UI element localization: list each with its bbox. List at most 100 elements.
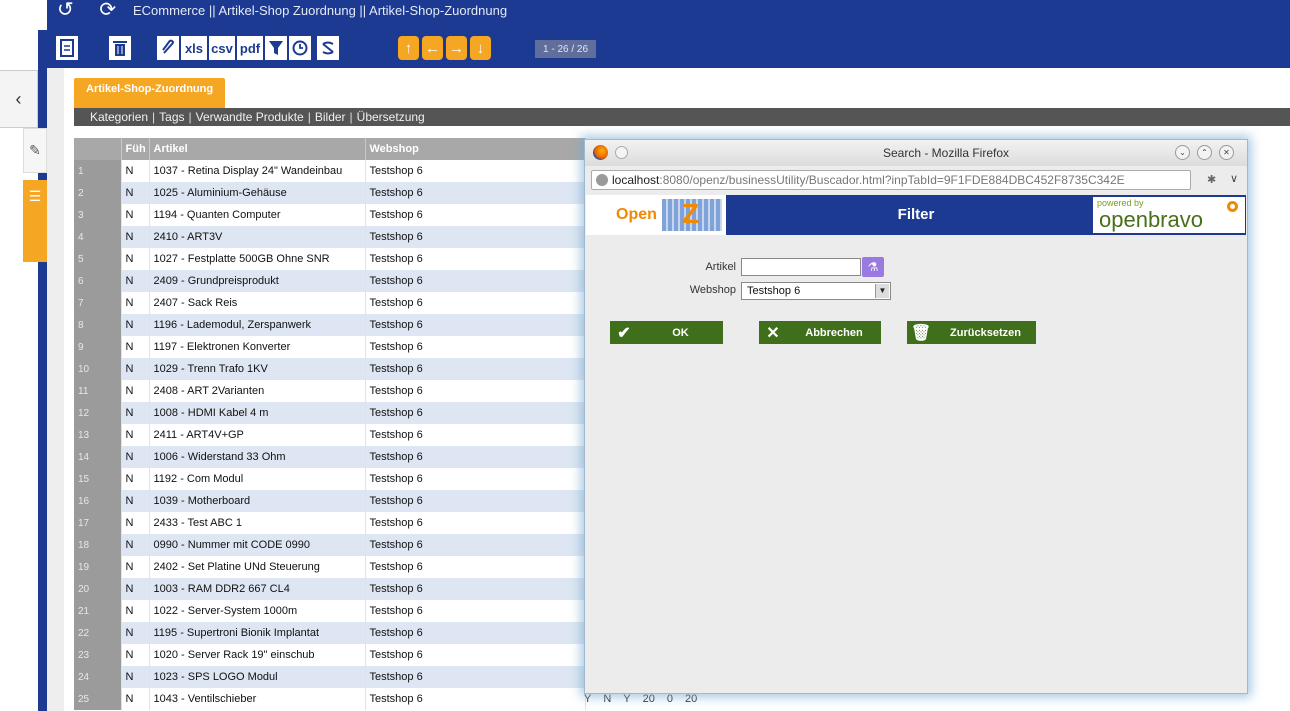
webshop-cell[interactable]: Testshop 6 xyxy=(365,336,586,358)
webshop-cell[interactable]: Testshop 6 xyxy=(365,666,586,688)
clock-icon[interactable] xyxy=(289,36,311,60)
fuehr-cell[interactable]: N xyxy=(121,644,150,666)
previous-record-icon[interactable]: ← xyxy=(422,36,443,60)
row-number[interactable]: 25 xyxy=(74,688,122,710)
row-number[interactable]: 2 xyxy=(74,182,122,204)
artikel-cell[interactable]: 1008 - HDMI Kabel 4 m xyxy=(149,402,366,424)
artikel-cell[interactable]: 2408 - ART 2Varianten xyxy=(149,380,366,402)
fuehr-cell[interactable]: N xyxy=(121,226,150,248)
webshop-cell[interactable]: Testshop 6 xyxy=(365,402,586,424)
webshop-cell[interactable]: Testshop 6 xyxy=(365,578,586,600)
row-number[interactable]: 6 xyxy=(74,270,122,292)
webshop-cell[interactable]: Testshop 6 xyxy=(365,358,586,380)
attachment-icon[interactable] xyxy=(157,36,179,60)
webshop-cell[interactable]: Testshop 6 xyxy=(365,270,586,292)
row-number[interactable]: 11 xyxy=(74,380,122,402)
tab-artikel-shop-zuordnung[interactable]: Artikel-Shop-Zuordnung xyxy=(74,78,226,108)
row-number[interactable]: 14 xyxy=(74,446,122,468)
fuehr-cell[interactable]: N xyxy=(121,556,150,578)
artikel-cell[interactable]: 2433 - Test ABC 1 xyxy=(149,512,366,534)
export-xls-icon[interactable]: xls xyxy=(181,36,207,60)
artikel-cell[interactable]: 1039 - Motherboard xyxy=(149,490,366,512)
webshop-cell[interactable]: Testshop 6 xyxy=(365,490,586,512)
fuehr-cell[interactable]: N xyxy=(121,490,150,512)
artikel-cell[interactable]: 1037 - Retina Display 24" Wandeinbau xyxy=(149,160,366,182)
row-number[interactable]: 22 xyxy=(74,622,122,644)
link-icon[interactable] xyxy=(317,36,339,60)
first-record-icon[interactable]: ↑ xyxy=(398,36,419,60)
table-row[interactable]: 15 N 1192 - Com Modul Testshop 6 xyxy=(74,468,586,490)
row-number[interactable]: 9 xyxy=(74,336,122,358)
minimize-icon[interactable]: ⌄ xyxy=(1175,145,1190,160)
table-row[interactable]: 5 N 1027 - Festplatte 500GB Ohne SNR Testsh… xyxy=(74,248,586,270)
fuehr-cell[interactable]: N xyxy=(121,204,150,226)
fuehr-cell[interactable]: N xyxy=(121,578,150,600)
maximize-icon[interactable]: ⌃ xyxy=(1197,145,1212,160)
row-number[interactable]: 8 xyxy=(74,314,122,336)
artikel-cell[interactable]: 1192 - Com Modul xyxy=(149,468,366,490)
artikel-cell[interactable]: 1022 - Server-System 1000m xyxy=(149,600,366,622)
site-info-icon[interactable] xyxy=(596,174,608,186)
row-number[interactable]: 18 xyxy=(74,534,122,556)
artikel-cell[interactable]: 1197 - Elektronen Konverter xyxy=(149,336,366,358)
fuehr-cell[interactable]: N xyxy=(121,600,150,622)
col-header-fuehr[interactable]: Füh xyxy=(121,138,150,160)
table-row[interactable]: 23 N 1020 - Server Rack 19" einschub Testsh… xyxy=(74,644,586,666)
fuehr-cell[interactable]: N xyxy=(121,446,150,468)
subtab-kategorien[interactable]: Kategorien xyxy=(90,110,148,124)
export-csv-icon[interactable]: csv xyxy=(209,36,235,60)
webshop-cell[interactable]: Testshop 6 xyxy=(365,446,586,468)
fuehr-cell[interactable]: N xyxy=(121,248,150,270)
table-row[interactable]: 9 N 1197 - Elektronen Konverter Testshop 6 xyxy=(74,336,586,358)
filter-icon[interactable] xyxy=(265,36,287,60)
edit-view-icon[interactable]: ✎ xyxy=(23,128,47,173)
fuehr-cell[interactable]: N xyxy=(121,688,150,710)
row-number[interactable]: 4 xyxy=(74,226,122,248)
table-row[interactable]: 20 N 1003 - RAM DDR2 667 CL4 Testshop 6 xyxy=(74,578,586,600)
more-chevron-icon[interactable]: ∨ xyxy=(1230,172,1238,185)
popup-titlebar[interactable]: Search - Mozilla Firefox ⌄ ⌃ ✕ xyxy=(585,140,1247,166)
export-pdf-icon[interactable]: pdf xyxy=(237,36,263,60)
table-row[interactable]: 16 N 1039 - Motherboard Testshop 6 xyxy=(74,490,586,512)
webshop-cell[interactable]: Testshop 6 xyxy=(365,644,586,666)
col-header-rownum[interactable] xyxy=(74,138,122,160)
fuehr-cell[interactable]: N xyxy=(121,666,150,688)
artikel-cell[interactable]: 1006 - Widerstand 33 Ohm xyxy=(149,446,366,468)
table-row[interactable]: 10 N 1029 - Trenn Trafo 1KV Testshop 6 xyxy=(74,358,586,380)
fuehr-cell[interactable]: N xyxy=(121,336,150,358)
fuehr-cell[interactable]: N xyxy=(121,424,150,446)
table-row[interactable]: 24 N 1023 - SPS LOGO Modul Testshop 6 xyxy=(74,666,586,688)
row-number[interactable]: 12 xyxy=(74,402,122,424)
row-number[interactable]: 15 xyxy=(74,468,122,490)
row-number[interactable]: 7 xyxy=(74,292,122,314)
fuehr-cell[interactable]: N xyxy=(121,468,150,490)
row-number[interactable]: 3 xyxy=(74,204,122,226)
row-number[interactable]: 17 xyxy=(74,512,122,534)
last-record-icon[interactable]: ↓ xyxy=(470,36,491,60)
table-row[interactable]: 19 N 2402 - Set Platine UNd Steuerung Tests… xyxy=(74,556,586,578)
reset-button[interactable]: 🗑 Zurücksetzen xyxy=(907,321,1036,344)
table-row[interactable]: 12 N 1008 - HDMI Kabel 4 m Testshop 6 xyxy=(74,402,586,424)
row-number[interactable]: 24 xyxy=(74,666,122,688)
reload-icons[interactable]: ↺ ⟳ xyxy=(57,0,126,20)
webshop-cell[interactable]: Testshop 6 xyxy=(365,226,586,248)
table-row[interactable]: 2 N 1025 - Aluminium-Gehäuse Testshop 6 xyxy=(74,182,586,204)
row-number[interactable]: 23 xyxy=(74,644,122,666)
table-row[interactable]: 17 N 2433 - Test ABC 1 Testshop 6 xyxy=(74,512,586,534)
webshop-cell[interactable]: Testshop 6 xyxy=(365,688,586,710)
artikel-cell[interactable]: 2402 - Set Platine UNd Steuerung xyxy=(149,556,366,578)
table-row[interactable]: 21 N 1022 - Server-System 1000m Testshop 6 xyxy=(74,600,586,622)
close-icon[interactable]: ✕ xyxy=(1219,145,1234,160)
subtab-uebersetzung[interactable]: Übersetzung xyxy=(357,110,425,124)
fuehr-cell[interactable]: N xyxy=(121,182,150,204)
webshop-cell[interactable]: Testshop 6 xyxy=(365,292,586,314)
webshop-cell[interactable]: Testshop 6 xyxy=(365,182,586,204)
new-document-icon[interactable] xyxy=(56,36,78,60)
subtab-verwandte-produkte[interactable]: Verwandte Produkte xyxy=(196,110,304,124)
table-row[interactable]: 22 N 1195 - Supertroni Bionik Implantat Tes… xyxy=(74,622,586,644)
dropdown-arrow-icon[interactable]: ▼ xyxy=(875,284,889,298)
fuehr-cell[interactable]: N xyxy=(121,512,150,534)
artikel-cell[interactable]: 1043 - Ventilschieber xyxy=(149,688,366,710)
table-row[interactable]: 7 N 2407 - Sack Reis Testshop 6 xyxy=(74,292,586,314)
table-row[interactable]: 13 N 2411 - ART4V+GP Testshop 6 xyxy=(74,424,586,446)
